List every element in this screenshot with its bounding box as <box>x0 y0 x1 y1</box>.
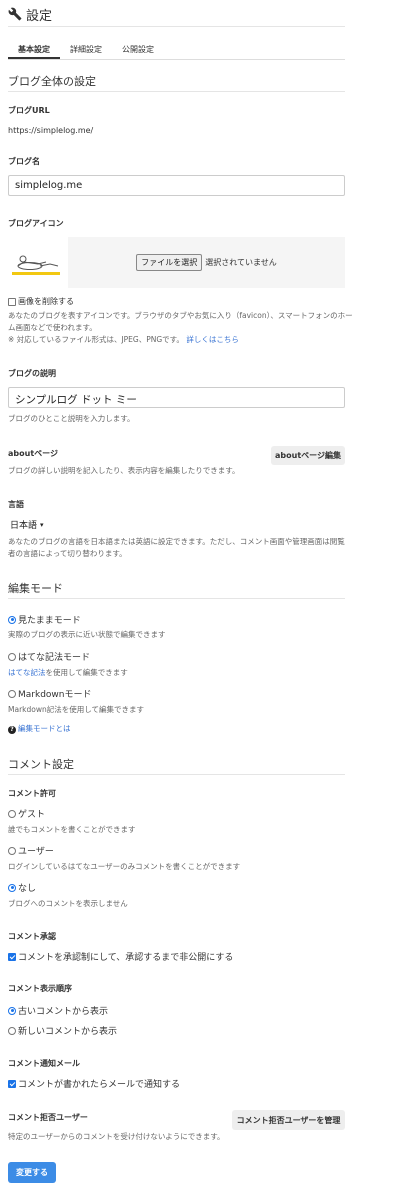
comment-permission-none-option[interactable]: なし <box>8 881 36 894</box>
about-page-label: aboutページ <box>8 449 58 458</box>
blog-settings-heading: ブログ全体の設定 <box>8 75 96 88</box>
comment-notify-label: コメント通知メール <box>8 1059 80 1068</box>
page-title: 設定 <box>26 8 53 24</box>
blog-description-label: ブログの説明 <box>8 369 56 378</box>
edit-mode-hatena-help: はてな記法を使用して編集できます <box>8 667 128 679</box>
edit-mode-markdown-label: Markdownモード <box>18 690 92 700</box>
comment-approval-checkbox[interactable] <box>8 952 16 961</box>
delete-image-checkbox[interactable] <box>8 297 16 306</box>
blog-url-value: https://simplelog.me/ <box>8 126 94 135</box>
edit-mode-markdown-radio[interactable] <box>8 689 16 698</box>
comment-order-oldest-option[interactable]: 古いコメントから表示 <box>8 1004 108 1017</box>
comment-notify-text: コメントが書かれたらメールで通知する <box>18 1080 181 1090</box>
comment-order-oldest-radio[interactable] <box>8 1006 16 1015</box>
comment-permission-user-help: ログインしているはてなユーザーのみコメントを書くことができます <box>8 862 241 871</box>
comment-notify-option[interactable]: コメントが書かれたらメールで通知する <box>8 1077 180 1090</box>
comment-permission-guest-option[interactable]: ゲスト <box>8 807 45 820</box>
language-selected-value: 日本語 <box>10 521 38 531</box>
blog-name-label: ブログ名 <box>8 157 40 166</box>
icon-help-line-1: あなたのブログを表すアイコンです。ブラウザのタブやお気に入り（favicon）、… <box>8 311 353 320</box>
comment-order-newest-radio[interactable] <box>8 1026 16 1035</box>
comment-permission-none-radio[interactable] <box>8 883 16 892</box>
edit-mode-hatena-radio[interactable] <box>8 652 16 661</box>
question-circle-icon: ? <box>8 726 16 734</box>
wrench-icon <box>8 7 22 21</box>
language-select[interactable]: 日本語 ▾ <box>10 518 44 532</box>
blog-description-help: ブログのひとこと説明を入力します。 <box>8 414 135 423</box>
edit-mode-about[interactable]: ? 編集モードとは <box>8 723 71 735</box>
comment-permission-user-label: ユーザー <box>18 847 54 857</box>
chevron-down-icon: ▾ <box>40 520 44 529</box>
details-link[interactable]: 詳しくはこちら <box>186 335 239 344</box>
edit-mode-wysiwyg-help: 実際のブログの表示に近い状態で編集できます <box>8 630 166 639</box>
comment-permission-user-option[interactable]: ユーザー <box>8 844 54 857</box>
comment-notify-checkbox[interactable] <box>8 1079 16 1088</box>
about-page-edit-button[interactable]: aboutページ編集 <box>271 446 345 465</box>
comment-order-newest-label: 新しいコメントから表示 <box>18 1027 118 1037</box>
comment-permission-guest-label: ゲスト <box>18 810 46 820</box>
icon-help-line-3: ※ 対応しているファイル形式は、JPEG、PNGです。 詳しくはこちら <box>8 334 353 346</box>
hatena-syntax-link[interactable]: はてな記法 <box>8 668 46 677</box>
blog-name-input[interactable]: simplelog.me <box>8 175 345 196</box>
edit-mode-wysiwyg-radio[interactable] <box>8 615 16 624</box>
section-divider <box>8 774 345 775</box>
tab-basic-settings[interactable]: 基本設定 <box>8 40 60 59</box>
edit-mode-hatena-label: はてな記法モード <box>18 653 91 663</box>
language-help: あなたのブログの言語を日本語または英語に設定できます。ただし、コメント画面や管理… <box>8 536 353 560</box>
comment-permission-user-radio[interactable] <box>8 846 16 855</box>
file-drop-area[interactable]: ファイルを選択 選択されていません <box>68 237 345 288</box>
comment-approval-text: コメントを承認制にして、承認するまで非公開にする <box>18 953 234 963</box>
edit-mode-hatena-option[interactable]: はてな記法モード <box>8 650 90 663</box>
edit-mode-wysiwyg-option[interactable]: 見たままモード <box>8 613 81 626</box>
edit-mode-about-link[interactable]: 編集モードとは <box>18 724 71 733</box>
file-status-text: 選択されていません <box>205 258 277 267</box>
edit-mode-markdown-help: Markdown記法を使用して編集できます <box>8 705 145 714</box>
edit-mode-wysiwyg-label: 見たままモード <box>18 616 81 626</box>
comment-block-help: 特定のユーザーからのコメントを受け付けないようにできます。 <box>8 1132 225 1141</box>
comment-permission-none-help: ブログへのコメントを表示しません <box>8 899 128 908</box>
comment-approval-label: コメント承認 <box>8 932 56 941</box>
language-help-line-1: あなたのブログの言語を日本語または英語に設定できます。ただし、コメント画面や管理… <box>8 537 345 546</box>
comment-order-oldest-label: 古いコメントから表示 <box>18 1007 109 1017</box>
comment-permission-guest-help: 誰でもコメントを書くことができます <box>8 825 136 834</box>
delete-image-label: 画像を削除する <box>18 297 74 306</box>
comment-settings-heading: コメント設定 <box>8 758 74 771</box>
comment-block-label: コメント拒否ユーザー <box>8 1113 88 1122</box>
comment-approval-option[interactable]: コメントを承認制にして、承認するまで非公開にする <box>8 950 233 963</box>
icon-format-note: ※ 対応しているファイル形式は、JPEG、PNGです。 <box>8 335 184 344</box>
blog-icon-preview <box>12 255 60 275</box>
page-header: 設定 <box>8 4 52 24</box>
choose-file-button[interactable]: ファイルを選択 <box>136 254 203 271</box>
tab-publish-settings[interactable]: 公開設定 <box>112 40 164 59</box>
tab-detail-settings[interactable]: 詳細設定 <box>60 40 112 59</box>
section-divider <box>8 598 345 599</box>
icon-help: あなたのブログを表すアイコンです。ブラウザのタブやお気に入り（favicon）、… <box>8 310 353 346</box>
comment-permission-none-label: なし <box>18 884 37 894</box>
language-label: 言語 <box>8 500 24 509</box>
icon-help-line-2: ム画面などで使われます。 <box>8 323 97 332</box>
comment-order-newest-option[interactable]: 新しいコメントから表示 <box>8 1024 117 1037</box>
blog-url-label: ブログURL <box>8 106 50 115</box>
manage-blocked-users-button[interactable]: コメント拒否ユーザーを管理 <box>232 1110 345 1130</box>
edit-mode-heading: 編集モード <box>8 582 63 595</box>
edit-mode-hatena-help-text: を使用して編集できます <box>45 668 128 677</box>
settings-tabs: 基本設定 詳細設定 公開設定 <box>8 40 345 60</box>
language-help-line-2: 者の言語によって切り替わります。 <box>8 549 127 558</box>
title-divider <box>8 26 345 27</box>
blog-icon-label: ブログアイコン <box>8 219 64 228</box>
edit-mode-markdown-option[interactable]: Markdownモード <box>8 687 91 700</box>
blog-description-input[interactable]: シンプルログ ドット ミー <box>8 387 345 408</box>
about-page-help: ブログの詳しい説明を記入したり、表示内容を編集したりできます。 <box>8 466 240 475</box>
comment-permission-label: コメント許可 <box>8 789 56 798</box>
comment-order-label: コメント表示順序 <box>8 984 72 993</box>
comment-permission-guest-radio[interactable] <box>8 809 16 818</box>
delete-image-option[interactable]: 画像を削除する <box>8 296 74 307</box>
save-button[interactable]: 変更する <box>8 1162 56 1183</box>
section-divider <box>8 91 345 92</box>
